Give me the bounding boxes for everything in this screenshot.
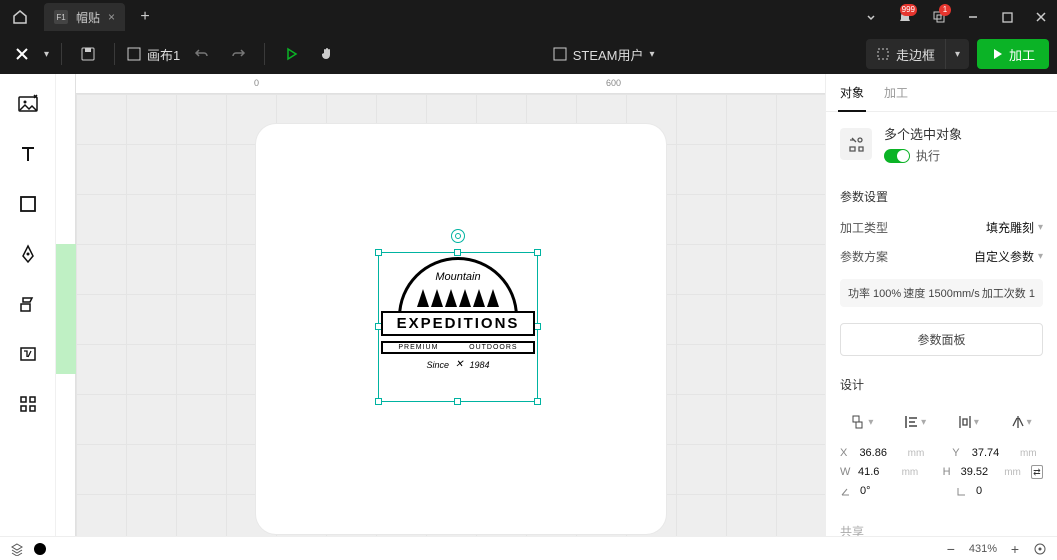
play-icon [991,48,1003,60]
canvas-area[interactable]: 0 600 Mountain EXPEDI [56,74,825,536]
execute-label: 执行 [916,147,940,164]
chevron-down-icon: ▾ [650,49,655,60]
object-type-icon [840,128,872,160]
home-button[interactable] [0,0,40,34]
y-input[interactable]: 37.74 [972,447,1014,459]
canvas-selector[interactable]: 画布1 [127,45,180,64]
zoom-level[interactable]: 431% [969,543,997,555]
shape-tool[interactable] [14,190,42,218]
tab-label: 帽贴 [76,9,100,26]
angle-icon [840,486,851,497]
params-section-header: 参数设置 [826,176,1057,213]
process-type-row[interactable]: 加工类型 填充雕刻▾ [826,213,1057,242]
apps-tool[interactable] [14,390,42,418]
canvas-icon [127,47,141,61]
maximize-button[interactable] [991,0,1023,34]
user-selector[interactable]: STEAM用户 ▾ [349,45,858,64]
close-icon[interactable]: × [108,10,115,24]
align-left-button[interactable]: ▾ [846,409,878,435]
minimize-button[interactable] [957,0,989,34]
text-tool[interactable] [14,140,42,168]
play-button[interactable] [277,40,305,68]
undo-button[interactable] [188,40,216,68]
windows-icon[interactable]: 1 [923,0,955,34]
share-section-header: 共享 [826,511,1057,536]
distribute-button[interactable]: ▾ [952,409,984,435]
image-tool[interactable] [14,90,42,118]
chevron-down-icon[interactable]: ▾ [44,49,49,60]
left-toolbar [0,74,56,536]
frame-icon [876,47,890,61]
design-object[interactable]: Mountain EXPEDITIONS PREMIUMOUTDOORS Sin… [379,253,537,401]
param-summary: 功率 100% 速度 1500mm/s 加工次数 1 [840,279,1043,307]
notification-icon[interactable]: 999 [889,0,921,34]
statusbar: − 431% + [0,536,1057,560]
zoom-fit-button[interactable] [1033,542,1047,556]
app-menu-button[interactable] [8,40,36,68]
tab-process[interactable]: 加工 [882,74,910,111]
device-icon [553,47,567,61]
horizontal-ruler: 0 600 [76,74,825,94]
3d-tool[interactable] [14,290,42,318]
selection-title: 多个选中对象 [884,124,962,143]
h-input[interactable]: 39.52 [961,466,999,478]
walk-frame-dropdown[interactable]: ▾ [945,39,969,69]
corner-input[interactable]: 0 [976,485,1020,497]
zoom-in-button[interactable]: + [1007,541,1023,557]
x-input[interactable]: 36.86 [859,447,901,459]
process-button[interactable]: 加工 [977,39,1049,69]
properties-panel: 对象 加工 多个选中对象 执行 参数设置 加工类型 填充雕刻▾ 参数方案 自定义… [825,74,1057,536]
pan-button[interactable] [313,40,341,68]
zoom-out-button[interactable]: − [943,541,959,557]
w-input[interactable]: 41.6 [858,466,896,478]
pen-tool[interactable] [14,240,42,268]
param-scheme-row[interactable]: 参数方案 自定义参数▾ [826,242,1057,271]
titlebar: F1 帽贴 × + 999 1 [0,0,1057,34]
rotate-handle[interactable] [451,229,465,243]
selection-box[interactable]: Mountain EXPEDITIONS PREMIUMOUTDOORS Sin… [378,252,538,402]
save-button[interactable] [74,40,102,68]
design-section-header: 设计 [826,364,1057,401]
layers-button[interactable] [10,542,24,556]
corner-icon [956,486,967,497]
toolbar: ▾ 画布1 STEAM用户 ▾ 走边框 ▾ 加工 [0,34,1057,74]
tab-object[interactable]: 对象 [838,74,866,111]
document-tab[interactable]: F1 帽贴 × [44,3,125,31]
lock-aspect-button[interactable]: ⇄ [1031,465,1043,479]
redo-button[interactable] [224,40,252,68]
execute-toggle[interactable] [884,149,910,163]
new-tab-button[interactable]: + [131,3,159,31]
rotation-input[interactable]: 0° [860,485,904,497]
walk-frame-button[interactable]: 走边框 ▾ [866,39,969,69]
tabs-chevron-icon[interactable] [855,0,887,34]
vertical-ruler [56,74,76,536]
color-swatch[interactable] [34,543,46,555]
tab-icon: F1 [54,10,68,24]
flip-button[interactable]: ▾ [1005,409,1037,435]
text-path-tool[interactable] [14,340,42,368]
close-button[interactable] [1025,0,1057,34]
align-h-button[interactable]: ▾ [899,409,931,435]
param-panel-button[interactable]: 参数面板 [840,323,1043,356]
